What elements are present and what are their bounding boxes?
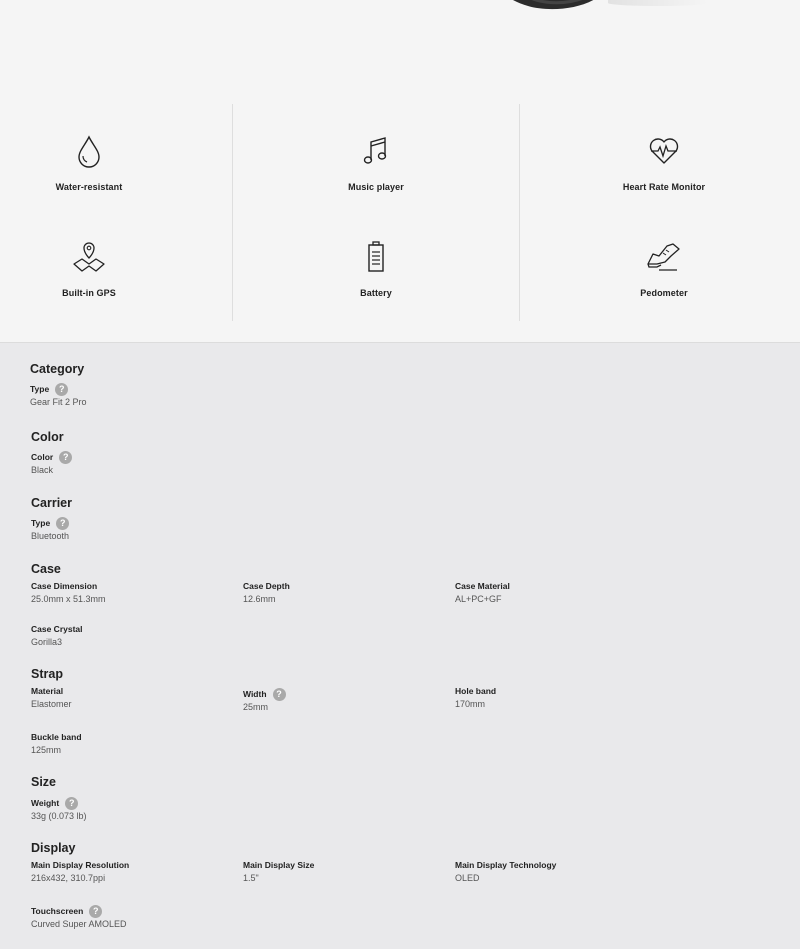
spec-label: Touchscreen [31,906,84,916]
spec-value: Curved Super AMOLED [31,919,127,929]
spec-label: Main Display Resolution [31,860,130,870]
feature-label: Water-resistant [55,182,123,192]
divider [232,104,233,321]
spec-label: Hole band [455,686,497,696]
spec-label: Case Dimension [31,581,98,591]
spec-strap-width: Width? 25mm [243,687,286,712]
spec-case-dimension: Case Dimension 25.0mm x 51.3mm [31,579,106,604]
feature-grid: Water-resistant Music player Heart Rate … [0,104,800,321]
spec-strap-material: Material Elastomer [31,684,72,709]
spec-label: Color [31,452,54,462]
feature-label: Music player [348,182,404,192]
features-panel: Water-resistant Music player Heart Rate … [0,0,800,343]
spec-color: Color? Black [31,450,73,475]
spec-value: Gorilla3 [31,637,63,647]
spec-category-type: Type? Gear Fit 2 Pro [30,382,87,407]
spec-label: Material [31,686,64,696]
spec-label: Case Crystal [31,624,83,634]
spec-label: Type [31,518,51,528]
spec-value: Black [31,465,54,475]
section-title-carrier: Carrier [31,496,72,510]
spec-value: Gear Fit 2 Pro [30,397,87,407]
spec-value: Elastomer [31,699,72,709]
spec-label: Main Display Technology [455,860,557,870]
feature-label: Pedometer [640,288,688,298]
spec-case-material: Case Material AL+PC+GF [455,579,510,604]
spec-value: 25mm [243,702,269,712]
feature-water-resistant: Water-resistant [0,134,189,192]
spec-display-resolution: Main Display Resolution 216x432, 310.7pp… [31,858,129,883]
section-title-color: Color [31,430,64,444]
spec-value: 1.5" [243,873,259,883]
help-icon[interactable]: ? [272,687,286,701]
feature-pedometer: Pedometer [564,240,764,298]
feature-music-player: Music player [276,134,476,192]
spec-case-depth: Case Depth 12.6mm [243,579,290,604]
feature-label: Heart Rate Monitor [622,182,706,192]
spec-display-technology: Main Display Technology OLED [455,858,556,883]
spec-size-weight: Weight? 33g (0.073 lb) [31,796,87,821]
spec-display-size: Main Display Size 1.5" [243,858,314,883]
spec-value: 170mm [455,699,486,709]
feature-battery: Battery [276,240,476,298]
watch-band-image [513,0,594,10]
feature-label: Built-in GPS [62,288,116,298]
spec-strap-buckle-band: Buckle band 125mm [31,730,82,755]
map-pin-icon [73,242,105,272]
divider [519,104,520,321]
heart-rate-icon [649,138,679,164]
help-icon[interactable]: ? [89,904,103,918]
spec-label: Buckle band [31,732,82,742]
feature-label: Battery [360,288,392,298]
section-title-category: Category [30,362,85,376]
spec-label: Width [243,689,267,699]
spec-value: 33g (0.073 lb) [31,811,87,821]
help-icon[interactable]: ? [59,450,73,464]
battery-icon [368,241,384,272]
spec-carrier-type: Type? Bluetooth [31,516,70,541]
spec-label: Weight [31,798,60,808]
help-icon[interactable]: ? [56,516,70,530]
spec-label: Main Display Size [243,860,315,870]
help-icon[interactable]: ? [65,796,79,810]
spec-display-touchscreen: Touchscreen? Curved Super AMOLED [31,904,127,929]
spec-value: OLED [455,873,480,883]
spec-label: Case Material [455,581,510,591]
section-title-display: Display [31,841,76,855]
spec-value: Bluetooth [31,531,70,541]
feature-gps: Built-in GPS [0,240,189,298]
section-title-case: Case [31,562,61,576]
spec-value: AL+PC+GF [455,594,502,604]
product-shadow [608,0,708,6]
feature-heart-rate: Heart Rate Monitor [564,134,764,192]
spec-value: 216x432, 310.7ppi [31,873,106,883]
shoe-icon [647,243,680,271]
spec-case-crystal: Case Crystal Gorilla3 [31,622,83,647]
spec-label: Case Depth [243,581,290,591]
section-title-strap: Strap [31,667,63,681]
spec-label: Type [30,384,50,394]
spec-strap-hole-band: Hole band 170mm [455,684,496,709]
water-drop-icon [78,135,100,168]
help-icon[interactable]: ? [55,382,69,396]
music-note-icon [363,137,387,164]
spec-value: 25.0mm x 51.3mm [31,594,106,604]
spec-value: 125mm [31,745,62,755]
spec-value: 12.6mm [243,594,276,604]
section-title-size: Size [31,775,57,789]
